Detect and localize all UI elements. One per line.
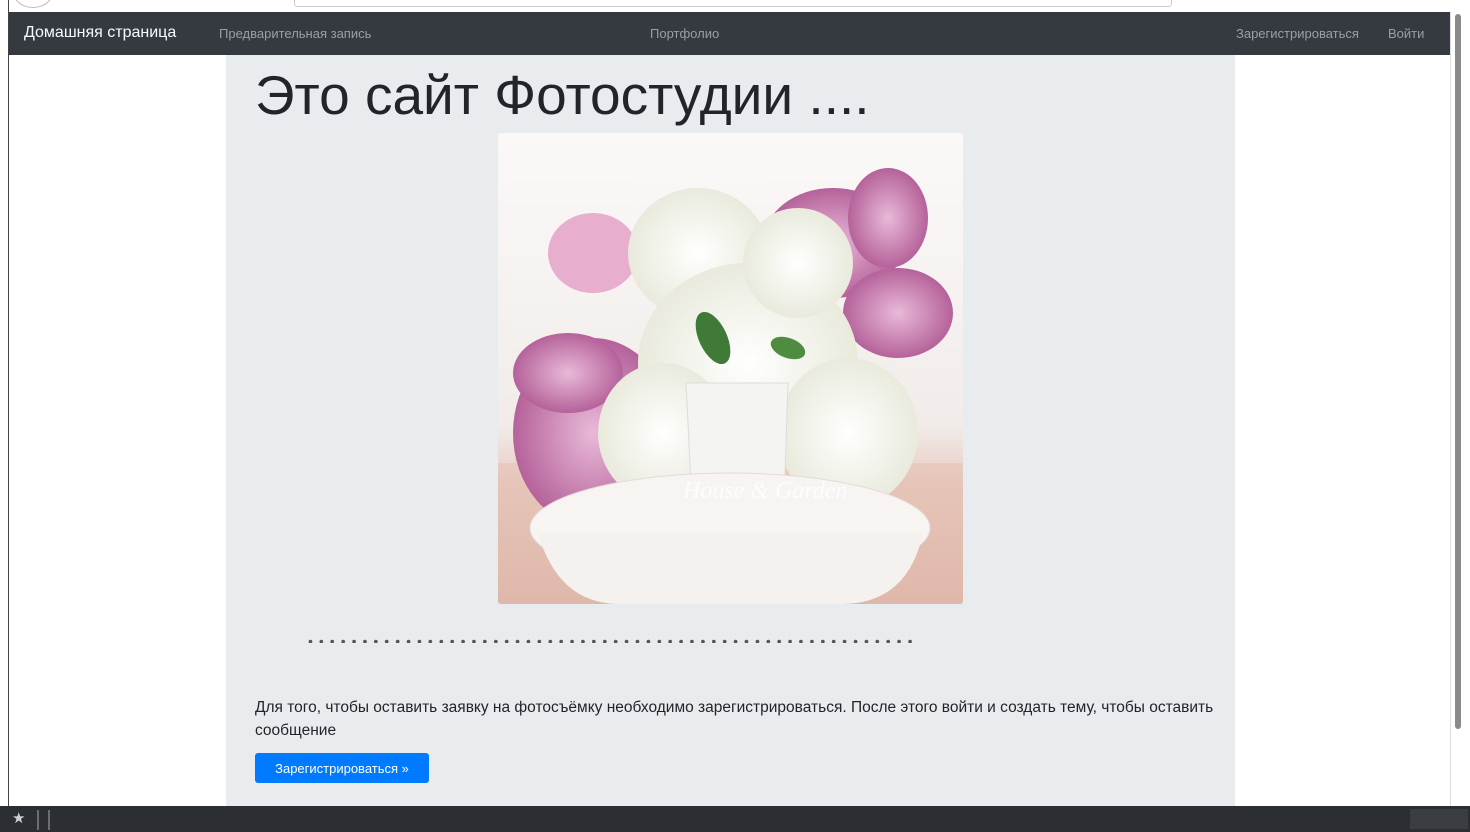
nav-link-register[interactable]: Зарегистрироваться xyxy=(1236,26,1359,41)
taskbar: ★ xyxy=(0,806,1470,832)
star-icon[interactable]: ★ xyxy=(12,809,25,827)
navbar: Домашняя страница Предварительная запись… xyxy=(9,12,1450,55)
scrollbar-thumb[interactable] xyxy=(1455,14,1461,729)
navbar-brand-home[interactable]: Домашняя страница xyxy=(24,24,176,42)
jumbotron: Это сайт Фотостудии .... House & Garden … xyxy=(226,55,1235,806)
taskbar-divider xyxy=(37,810,39,830)
dotted-separator: ••••••••••••••••••••••••••••••••••••••••… xyxy=(308,633,919,643)
page-title: Это сайт Фотостудии .... xyxy=(255,64,870,126)
registration-info-text: Для того, чтобы оставить заявку на фотос… xyxy=(255,699,1214,739)
browser-back-button[interactable] xyxy=(13,0,53,8)
window-border xyxy=(0,0,9,806)
nav-link-portfolio[interactable]: Портфолио xyxy=(650,26,719,41)
scrollbar[interactable] xyxy=(1450,12,1466,806)
register-button[interactable]: Зарегистрироваться » xyxy=(255,753,429,783)
lilac-vase-photo: House & Garden xyxy=(498,133,963,604)
system-tray[interactable] xyxy=(1410,809,1468,829)
browser-toolbar xyxy=(9,0,1450,12)
taskbar-divider xyxy=(48,810,50,830)
nav-link-login[interactable]: Войти xyxy=(1388,26,1424,41)
address-bar[interactable] xyxy=(294,0,1172,7)
nav-link-booking[interactable]: Предварительная запись xyxy=(219,26,371,41)
photo-watermark: House & Garden xyxy=(682,478,847,504)
